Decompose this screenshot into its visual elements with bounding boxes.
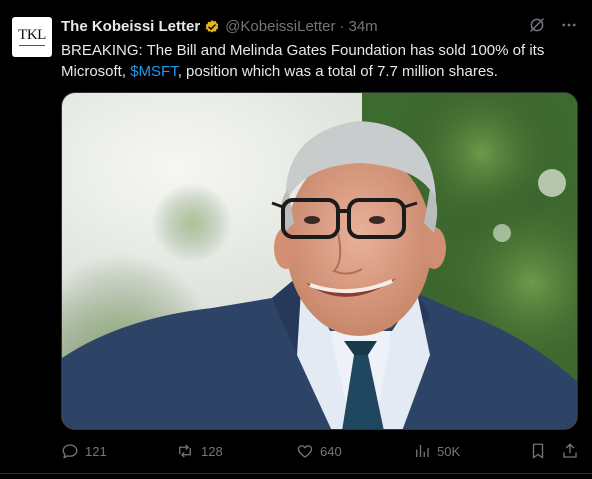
tweet-timestamp[interactable]: 34m <box>348 18 377 36</box>
tweet-actions: 121 128 640 50K <box>61 442 581 462</box>
header-separator: · <box>339 18 345 35</box>
share-button[interactable] <box>561 442 579 460</box>
tweet-header: The Kobeissi Letter @KobeissiLetter · 34… <box>61 18 378 36</box>
tweet-text: BREAKING: The Bill and Melinda Gates Fou… <box>61 40 577 82</box>
tweet-card[interactable]: TKL The Kobeissi Letter @KobeissiLetter … <box>0 0 592 479</box>
like-icon <box>297 445 313 458</box>
views-button[interactable]: 50K <box>413 442 460 460</box>
avatar-logo-text: TKL <box>18 27 46 43</box>
views-icon <box>416 445 429 457</box>
share-icon <box>563 443 577 458</box>
tweet-text-part-2: , position which was a total of 7.7 mill… <box>177 63 498 80</box>
repost-icon <box>179 444 191 458</box>
repost-button[interactable]: 128 <box>175 442 223 460</box>
bookmark-button[interactable] <box>529 442 547 460</box>
bookmark-icon <box>532 443 544 459</box>
reply-icon <box>62 444 78 459</box>
reply-count: 121 <box>85 443 107 459</box>
grok-icon[interactable] <box>528 16 546 34</box>
like-count: 640 <box>320 443 342 459</box>
repost-count: 128 <box>201 443 223 459</box>
cashtag-link[interactable]: $MSFT <box>130 63 178 80</box>
author-handle[interactable]: @KobeissiLetter <box>225 18 335 36</box>
more-icon[interactable] <box>560 16 578 34</box>
tweet-photo[interactable] <box>61 92 578 430</box>
like-button[interactable]: 640 <box>296 442 342 460</box>
author-name[interactable]: The Kobeissi Letter <box>61 18 200 36</box>
avatar[interactable]: TKL <box>12 17 52 57</box>
verified-badge-icon <box>205 20 219 33</box>
portrait-photo <box>62 93 577 429</box>
views-count: 50K <box>437 443 461 459</box>
tweet-top-actions <box>528 16 578 34</box>
tweet-divider <box>0 473 592 474</box>
avatar-logo-rule <box>19 45 45 46</box>
reply-button[interactable]: 121 <box>61 442 107 460</box>
